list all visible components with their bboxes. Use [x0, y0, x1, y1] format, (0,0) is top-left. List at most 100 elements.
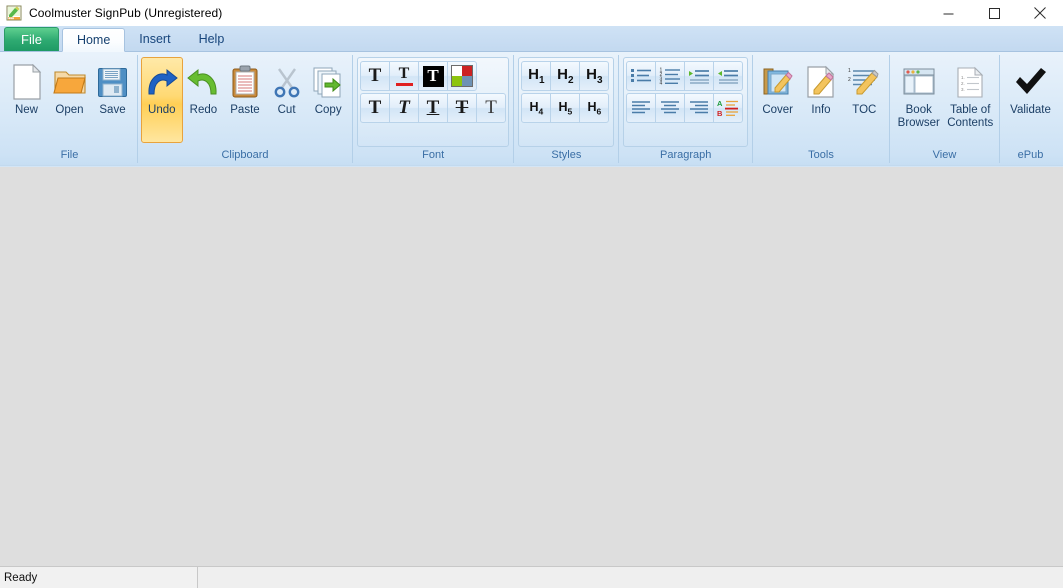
- save-button[interactable]: Save: [91, 57, 134, 143]
- paragraph-row-1: 1234: [626, 61, 745, 91]
- window-title: Coolmuster SignPub (Unregistered): [29, 6, 223, 20]
- group-label-view: View: [932, 149, 957, 161]
- cut-scissors-icon: [272, 63, 302, 101]
- validate-label: Validate: [1010, 104, 1051, 116]
- font-family-icon[interactable]: T: [360, 61, 390, 91]
- underline-icon[interactable]: T: [418, 93, 448, 123]
- cut-button[interactable]: Cut: [266, 57, 308, 143]
- bulleted-list-icon[interactable]: [626, 61, 657, 91]
- font-color-icon[interactable]: T: [389, 61, 419, 91]
- ribbon-group-tools: Cover Info 1 2 TOC Tools: [752, 55, 889, 163]
- paste-label: Paste: [230, 104, 260, 116]
- heading-2-icon[interactable]: H2: [550, 61, 581, 91]
- tab-file[interactable]: File: [4, 27, 59, 51]
- group-label-paragraph: Paragraph: [659, 149, 712, 161]
- maximize-icon[interactable]: [971, 0, 1017, 26]
- tab-insert[interactable]: Insert: [125, 27, 184, 51]
- redo-button[interactable]: Redo: [183, 57, 225, 143]
- table-of-contents-label-line2: Contents: [947, 117, 994, 129]
- heading-5-icon[interactable]: H5: [550, 93, 581, 123]
- tab-help[interactable]: Help: [185, 27, 239, 51]
- group-label-tools: Tools: [808, 149, 834, 161]
- ribbon-group-styles: H1 H2 H3 H4 H5 H6 Styles: [513, 55, 618, 163]
- new-button[interactable]: New: [5, 57, 48, 143]
- styles-row-2: H4 H5 H6: [521, 93, 611, 123]
- toc-pencil-icon: 1 2: [848, 63, 880, 101]
- color-swatch-icon[interactable]: [447, 61, 477, 91]
- open-button[interactable]: Open: [48, 57, 91, 143]
- table-of-contents-page-icon: 1. 2. 3.: [956, 63, 984, 101]
- redo-arrow-icon: [186, 63, 220, 101]
- ribbon-group-clipboard: Undo Redo Paste Cut Copy Clipboard: [137, 55, 352, 163]
- undo-button[interactable]: Undo: [141, 57, 183, 143]
- ribbon-group-view: Book Browser 1.2.3. Table of Contents: [889, 55, 999, 163]
- validate-button[interactable]: Validate: [1003, 57, 1058, 143]
- book-browser-label-line1: Book: [905, 104, 932, 116]
- svg-text:2.: 2.: [961, 81, 965, 86]
- tab-home[interactable]: Home: [61, 28, 126, 52]
- table-of-contents-label-line1: Table of: [950, 104, 991, 116]
- align-left-icon[interactable]: [626, 93, 657, 123]
- close-icon[interactable]: [1017, 0, 1063, 26]
- numbered-list-icon[interactable]: 1234: [655, 61, 686, 91]
- ribbon-group-file: New Open Save File: [2, 55, 137, 163]
- copy-pages-icon: [312, 63, 344, 101]
- new-label: New: [14, 104, 38, 116]
- group-label-epub: ePub: [1017, 149, 1044, 161]
- svg-text:4: 4: [660, 81, 663, 86]
- styles-row-1: H1 H2 H3: [521, 61, 611, 91]
- title-bar: Coolmuster SignPub (Unregistered): [0, 0, 1063, 26]
- toc-button[interactable]: 1 2 TOC: [843, 57, 886, 143]
- svg-text:3.: 3.: [961, 87, 965, 92]
- clear-formatting-icon[interactable]: T: [476, 93, 506, 123]
- book-browser-label-line2: Browser: [897, 117, 940, 129]
- bold-icon[interactable]: T: [360, 93, 390, 123]
- app-document-pencil-icon: [6, 5, 22, 21]
- heading-4-icon[interactable]: H4: [521, 93, 552, 123]
- strikethrough-icon[interactable]: T: [447, 93, 477, 123]
- info-page-pencil-icon: [806, 63, 836, 101]
- decrease-indent-icon[interactable]: [713, 61, 744, 91]
- table-of-contents-button[interactable]: 1. 2. 3. Table of Contents: [945, 57, 997, 143]
- info-label: Info: [811, 104, 831, 116]
- toc-label: TOC: [852, 104, 877, 116]
- book-browser-button[interactable]: Book Browser: [893, 57, 945, 143]
- status-secondary-pane: [198, 567, 1063, 588]
- validate-checkmark-icon: [1014, 63, 1048, 101]
- ribbon: New Open Save File Undo Redo Paste Cut C…: [0, 52, 1063, 167]
- svg-text:B: B: [717, 109, 723, 117]
- svg-text:2: 2: [848, 77, 851, 83]
- info-button[interactable]: Info: [799, 57, 842, 143]
- italic-icon[interactable]: T: [389, 93, 419, 123]
- document-workspace[interactable]: [0, 167, 1063, 566]
- group-label-font: Font: [422, 149, 445, 161]
- heading-3-icon[interactable]: H3: [579, 61, 610, 91]
- open-label: Open: [55, 104, 84, 116]
- increase-indent-icon[interactable]: [684, 61, 715, 91]
- sort-ab-icon[interactable]: A B: [713, 93, 744, 123]
- cover-button[interactable]: Cover: [756, 57, 799, 143]
- svg-text:1.: 1.: [961, 75, 965, 80]
- cut-label: Cut: [277, 104, 296, 116]
- text-highlight-icon[interactable]: T: [418, 61, 448, 91]
- copy-button[interactable]: Copy: [307, 57, 349, 143]
- save-floppy-icon: [97, 63, 128, 101]
- heading-6-icon[interactable]: H6: [579, 93, 610, 123]
- cover-label: Cover: [762, 104, 793, 116]
- window-controls: [925, 0, 1063, 26]
- save-label: Save: [99, 104, 126, 116]
- align-right-icon[interactable]: [684, 93, 715, 123]
- ribbon-tab-strip: File Home Insert Help: [0, 26, 1063, 52]
- svg-text:1: 1: [848, 68, 851, 74]
- heading-1-icon[interactable]: H1: [521, 61, 552, 91]
- align-center-icon[interactable]: [655, 93, 686, 123]
- status-message: Ready: [4, 571, 38, 584]
- ribbon-group-paragraph: 1234 A B Paragraph: [618, 55, 752, 163]
- group-label-clipboard: Clipboard: [221, 149, 269, 161]
- minimize-icon[interactable]: [925, 0, 971, 26]
- cover-book-pencil-icon: [762, 63, 794, 101]
- paste-clipboard-icon: [231, 63, 259, 101]
- paste-button[interactable]: Paste: [224, 57, 266, 143]
- group-label-file: File: [60, 149, 79, 161]
- status-message-pane: Ready: [0, 567, 198, 588]
